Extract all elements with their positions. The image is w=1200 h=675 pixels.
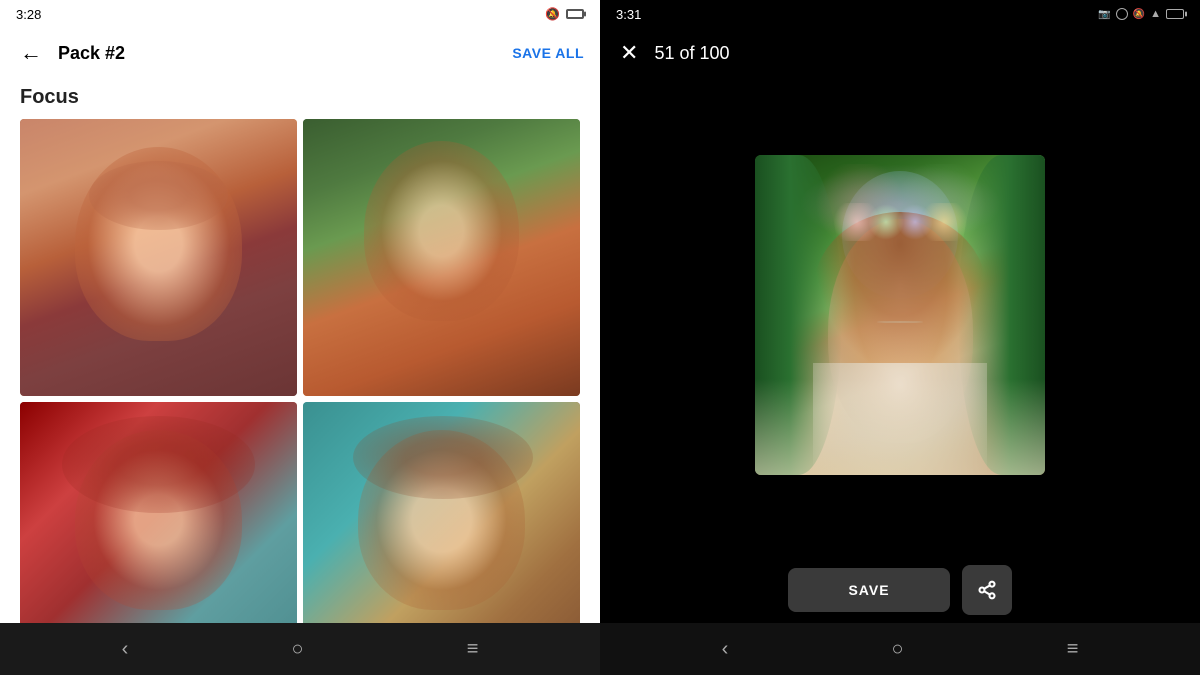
status-icons-left: 🔕 bbox=[545, 7, 584, 21]
save-all-button[interactable]: SAVE ALL bbox=[512, 45, 584, 61]
section-title: Focus bbox=[0, 78, 600, 119]
menu-nav-left[interactable]: ≡ bbox=[467, 638, 479, 661]
share-button[interactable] bbox=[962, 565, 1012, 615]
status-bar-left: 3:28 🔕 bbox=[0, 0, 600, 28]
portrait-4 bbox=[303, 402, 580, 623]
back-nav-left[interactable]: ‹ bbox=[122, 638, 129, 661]
alarm-icon: 🔕 bbox=[545, 7, 560, 21]
share-icon bbox=[977, 580, 997, 600]
portrait-2 bbox=[303, 119, 580, 396]
grid-item-4[interactable] bbox=[303, 402, 580, 623]
left-panel: 3:28 🔕 ← Pack #2 SAVE ALL Focus bbox=[0, 0, 600, 675]
portrait-3 bbox=[20, 402, 297, 623]
time-right: 3:31 bbox=[616, 7, 641, 22]
top-bar-left: ← Pack #2 SAVE ALL bbox=[0, 28, 600, 78]
camera-icon: 📷 bbox=[1098, 9, 1110, 20]
right-panel: 3:31 📷 🔕 ▲ ✕ 51 of 100 bbox=[600, 0, 1200, 675]
image-grid-container bbox=[0, 119, 600, 623]
grid-item-1[interactable] bbox=[20, 119, 297, 396]
grid-item-2[interactable] bbox=[303, 119, 580, 396]
dot-icon bbox=[1116, 8, 1128, 20]
battery-icon-right bbox=[1166, 9, 1184, 19]
main-image-area[interactable] bbox=[600, 78, 1200, 551]
wifi-icon: ▲ bbox=[1150, 8, 1161, 20]
back-button-left[interactable]: ← bbox=[16, 36, 46, 70]
image-counter: 51 of 100 bbox=[654, 43, 1180, 64]
home-nav-right[interactable]: ○ bbox=[891, 638, 903, 661]
time-left: 3:28 bbox=[16, 7, 41, 22]
nav-bar-right: ‹ ○ ≡ bbox=[600, 623, 1200, 675]
back-nav-right[interactable]: ‹ bbox=[722, 638, 729, 661]
action-bar: SAVE bbox=[600, 551, 1200, 623]
status-icons-right: 📷 🔕 ▲ bbox=[1098, 8, 1184, 20]
menu-nav-right[interactable]: ≡ bbox=[1067, 638, 1079, 661]
nav-bar-left: ‹ ○ ≡ bbox=[0, 623, 600, 675]
main-image bbox=[755, 155, 1045, 475]
viewer-top-bar: ✕ 51 of 100 bbox=[600, 28, 1200, 78]
grid-item-3[interactable] bbox=[20, 402, 297, 623]
pack-title: Pack #2 bbox=[58, 43, 512, 64]
save-button[interactable]: SAVE bbox=[788, 568, 949, 612]
close-button[interactable]: ✕ bbox=[620, 40, 638, 66]
battery-icon-left bbox=[566, 9, 584, 19]
home-nav-left[interactable]: ○ bbox=[291, 638, 303, 661]
image-grid bbox=[20, 119, 580, 623]
status-bar-right: 3:31 📷 🔕 ▲ bbox=[600, 0, 1200, 28]
mute-icon: 🔕 bbox=[1133, 9, 1145, 20]
portrait-1 bbox=[20, 119, 297, 396]
